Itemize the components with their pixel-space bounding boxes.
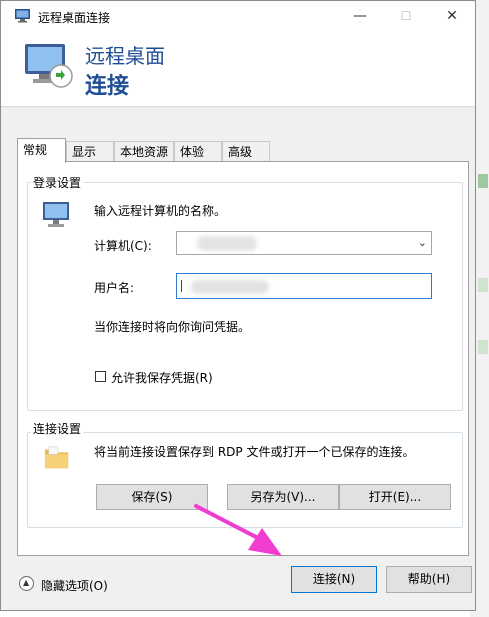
save-as-button[interactable]: 另存为(V)... (227, 484, 339, 510)
instruction-text: 输入远程计算机的名称。 (94, 204, 227, 218)
folder-icon (44, 446, 69, 469)
general-tab-panel: 登录设置 输入远程计算机的名称。 计算机(C): ⌄ 用户名: 当你连接时将向你… (17, 161, 469, 556)
banner: 远程桌面 连接 (1, 32, 475, 107)
tab-display[interactable]: 显示 (66, 141, 114, 161)
tab-experience[interactable]: 体验 (174, 141, 222, 161)
connection-description: 将当前连接设置保存到 RDP 文件或打开一个已保存的连接。 (94, 445, 415, 459)
tab-general[interactable]: 常规 (17, 138, 66, 163)
tab-advanced[interactable]: 高级 (222, 141, 270, 161)
connect-button[interactable]: 连接(N) (291, 566, 377, 593)
computer-label: 计算机(C): (94, 239, 152, 253)
tab-local-resources[interactable]: 本地资源 (114, 141, 174, 161)
maximize-button[interactable]: ☐ (383, 1, 429, 32)
remote-desktop-icon (25, 44, 73, 88)
username-input[interactable] (176, 273, 432, 299)
computer-monitor-icon (43, 202, 69, 227)
background-window-fragment (478, 340, 488, 354)
close-button[interactable]: ✕ (429, 1, 475, 32)
banner-title-line2: 连接 (85, 74, 130, 99)
redacted-value (191, 280, 269, 294)
background-window-fragment (478, 174, 488, 188)
open-button[interactable]: 打开(E)... (339, 484, 451, 510)
login-settings-label: 登录设置 (31, 174, 84, 191)
computer-combobox[interactable]: ⌄ (176, 231, 432, 255)
username-label: 用户名: (94, 281, 135, 295)
connection-settings-label: 连接设置 (31, 420, 84, 437)
save-button[interactable]: 保存(S) (96, 484, 208, 510)
remote-desktop-icon (15, 9, 30, 23)
hide-options-toggle[interactable]: 隐藏选项(O) (41, 577, 108, 594)
minimize-button[interactable]: — (337, 1, 383, 32)
window-title: 远程桌面连接 (38, 11, 111, 25)
remote-desktop-window: 远程桌面连接 — ☐ ✕ 远程桌面 连接 常规 显示 本地资源 体验 高级 登录… (0, 0, 476, 611)
redacted-value (197, 236, 257, 251)
save-credentials-label[interactable]: 允许我保存凭据(R) (111, 369, 213, 386)
banner-title-line1: 远程桌面 (85, 44, 165, 68)
chevron-up-icon[interactable]: ▲ (19, 576, 34, 591)
text-caret (181, 280, 182, 292)
save-credentials-checkbox[interactable] (95, 371, 106, 382)
title-bar[interactable]: 远程桌面连接 — ☐ ✕ (1, 1, 475, 32)
help-button[interactable]: 帮助(H) (386, 566, 472, 593)
background-window-fragment (478, 278, 488, 292)
credentials-prompt-note: 当你连接时将向你询问凭据。 (94, 320, 251, 334)
chevron-down-icon[interactable]: ⌄ (418, 236, 427, 249)
